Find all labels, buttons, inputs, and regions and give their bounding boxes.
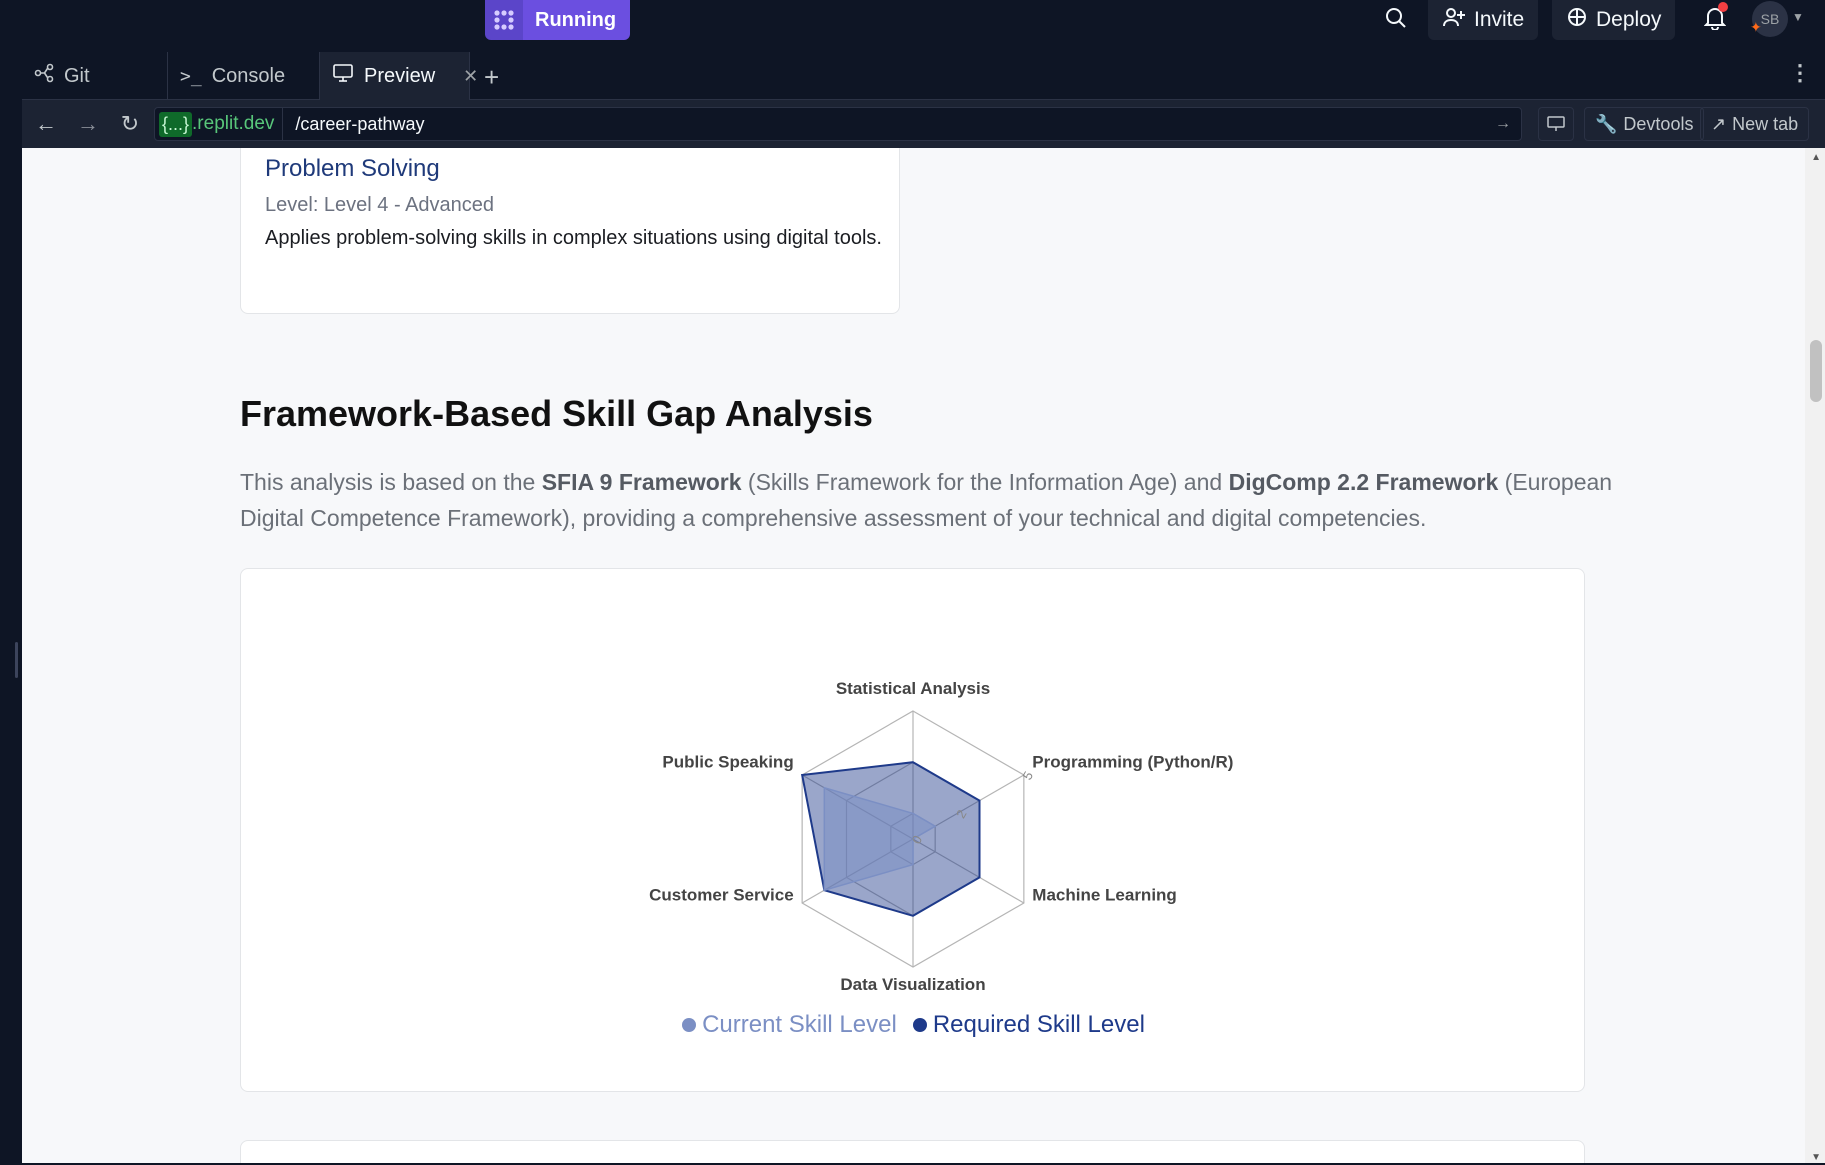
section-description: This analysis is based on the SFIA 9 Fra… <box>240 464 1620 536</box>
pane-tab-bar: Git >_ Console Preview ✕ + ⋮ <box>22 52 1825 100</box>
url-domain-suffix: .replit.dev <box>192 113 275 134</box>
resize-handle[interactable] <box>15 642 18 678</box>
notification-dot <box>1718 2 1728 12</box>
radar-axis-label: Programming (Python/R) <box>1032 752 1233 771</box>
run-button[interactable]: Running <box>485 0 631 40</box>
skill-title: Problem Solving <box>265 155 440 182</box>
devtools-label: Devtools <box>1623 113 1694 134</box>
console-icon: >_ <box>180 65 202 87</box>
forward-arrow-icon[interactable]: → <box>74 110 102 138</box>
preview-url-bar: ← → ↻ {...} .replit.dev /career-pathway … <box>22 100 1825 148</box>
left-rail <box>0 52 22 1165</box>
legend-label-current: Current Skill Level <box>702 1011 897 1038</box>
go-arrow-icon[interactable]: → <box>1495 115 1521 133</box>
invite-label: Invite <box>1474 8 1525 31</box>
wrench-icon: 🔧 <box>1595 113 1618 134</box>
devtools-button[interactable]: 🔧 Devtools <box>1584 107 1705 141</box>
chart-legend: Current Skill Level Required Skill Level <box>241 1011 1586 1039</box>
scroll-down-icon[interactable]: ▼ <box>1811 1152 1821 1163</box>
notifications-bell-icon[interactable] <box>1700 2 1730 34</box>
legend-required[interactable]: Required Skill Level <box>912 1011 1145 1039</box>
external-link-icon: ↗ <box>1711 113 1727 134</box>
more-options-icon[interactable]: ⋮ <box>1789 60 1811 86</box>
deploy-button[interactable]: Deploy <box>1552 0 1676 40</box>
url-path[interactable]: /career-pathway <box>283 114 1495 135</box>
run-label: Running <box>523 0 631 40</box>
tab-label: Console <box>211 64 286 87</box>
tab-label: Preview <box>364 64 436 87</box>
monitor-icon <box>332 63 354 89</box>
new-tab-button[interactable]: ↗ New tab <box>1700 107 1810 141</box>
workspace-header: Running Invite Deploy SB ✦ ▼ <box>0 0 1825 52</box>
tab-label: Git <box>64 64 90 87</box>
back-arrow-icon[interactable]: ← <box>32 110 60 138</box>
scroll-up-icon[interactable]: ▲ <box>1811 152 1821 163</box>
section-title: Framework-Based Skill Gap Analysis <box>240 393 873 434</box>
chevron-down-icon[interactable]: ▼ <box>1792 10 1804 24</box>
legend-marker-current <box>682 1018 697 1032</box>
radar-axis-label: Data Visualization <box>840 975 985 994</box>
desc-text: This analysis is based on the <box>240 469 542 495</box>
scrollbar[interactable]: ▲ ▼ <box>1805 148 1825 1163</box>
url-domain-braces: {...} <box>159 111 193 137</box>
sfia-framework: SFIA 9 Framework <box>541 469 742 495</box>
skill-description: Applies problem-solving skills in comple… <box>265 227 882 249</box>
radar-chart-card: 0 2 5 Statistical Analysis Programming (Pyth… <box>240 568 1585 1092</box>
tab-preview[interactable]: Preview ✕ <box>320 52 478 100</box>
add-user-icon <box>1442 6 1466 34</box>
radar-axis-label: Statistical Analysis <box>836 679 990 698</box>
device-preview-icon[interactable] <box>1538 107 1574 141</box>
reload-icon[interactable]: ↻ <box>116 110 144 138</box>
skill-level: Level: Level 4 - Advanced <box>265 194 495 216</box>
git-icon <box>34 63 54 89</box>
url-domain[interactable]: {...} .replit.dev <box>155 108 284 140</box>
add-tab-icon[interactable]: + <box>484 62 499 93</box>
skill-card: Problem Solving Level: Level 4 - Advance… <box>240 148 900 314</box>
url-field[interactable]: {...} .replit.dev /career-pathway → <box>154 107 1522 141</box>
new-tab-label: New tab <box>1732 113 1799 134</box>
desc-text: (Skills Framework for the Information Ag… <box>741 469 1229 495</box>
close-icon[interactable]: ✕ <box>463 66 478 87</box>
radar-chart: 025Statistical AnalysisProgramming (Pyth… <box>649 679 1233 994</box>
legend-label-required: Required Skill Level <box>932 1011 1145 1038</box>
preview-viewport: Problem Solving Level: Level 4 - Advance… <box>22 148 1825 1163</box>
radar-axis-label: Public Speaking <box>662 752 793 771</box>
radar-axis-label: Customer Service <box>649 886 794 905</box>
deploy-icon <box>1566 6 1588 34</box>
replit-logo-icon <box>485 0 523 40</box>
search-icon[interactable] <box>1380 2 1412 34</box>
invite-button[interactable]: Invite <box>1428 0 1539 40</box>
tab-git[interactable]: Git <box>22 52 168 100</box>
scrollbar-thumb[interactable] <box>1810 340 1822 402</box>
avatar-badge-icon: ✦ <box>1750 19 1762 35</box>
tab-console[interactable]: >_ Console <box>168 52 320 100</box>
legend-marker-required <box>912 1018 927 1032</box>
legend-current[interactable]: Current Skill Level <box>682 1011 897 1039</box>
next-section-card <box>240 1140 1585 1163</box>
deploy-label: Deploy <box>1596 8 1662 31</box>
digcomp-framework: DigComp 2.2 Framework <box>1228 469 1499 495</box>
radar-axis-label: Machine Learning <box>1032 886 1177 905</box>
